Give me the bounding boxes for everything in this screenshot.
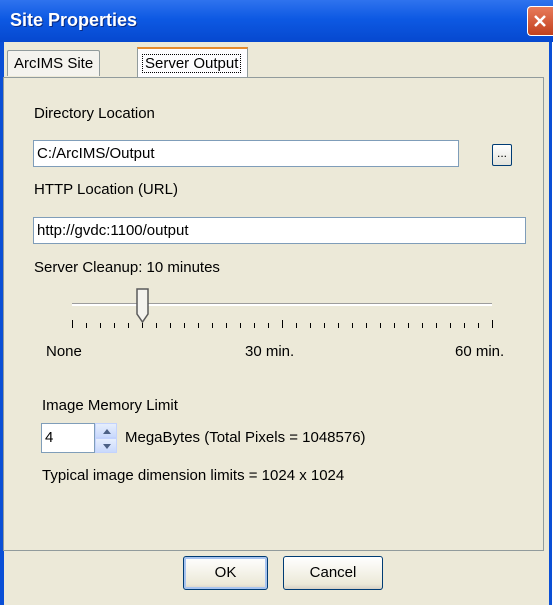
slider-tick: [282, 320, 283, 328]
memory-limit-spinner: [95, 423, 117, 453]
memory-unit-text: MegaBytes (Total Pixels = 1048576): [125, 429, 366, 446]
slider-tick: [394, 323, 395, 328]
arrow-down-icon: [103, 444, 111, 449]
spinner-up-button[interactable]: [95, 423, 117, 438]
slider-tick: [170, 323, 171, 328]
directory-location-field[interactable]: C:/ArcIMS/Output: [33, 140, 459, 167]
slider-tick: [324, 323, 325, 328]
ok-button[interactable]: OK: [183, 556, 268, 590]
cancel-button[interactable]: Cancel: [283, 556, 383, 590]
slider-tick: [128, 323, 129, 328]
directory-location-label: Directory Location: [34, 105, 155, 122]
slider-label-30: 30 min.: [245, 343, 295, 360]
http-location-field[interactable]: http://gvdc:1100/output: [33, 217, 526, 244]
slider-tick: [408, 323, 409, 328]
image-memory-label: Image Memory Limit: [42, 397, 178, 414]
slider-tick: [450, 323, 451, 328]
close-button[interactable]: [527, 6, 553, 36]
cleanup-slider-ticks: [72, 320, 493, 332]
slider-tick: [296, 323, 297, 328]
slider-tick: [212, 323, 213, 328]
slider-tick: [226, 323, 227, 328]
slider-tick: [198, 323, 199, 328]
slider-tick: [478, 323, 479, 328]
slider-tick: [422, 323, 423, 328]
slider-tick: [492, 320, 493, 328]
tab-server-output[interactable]: Server Output: [137, 47, 249, 78]
dialog-title: Site Properties: [10, 10, 138, 30]
close-icon: [534, 15, 546, 27]
slider-tick: [366, 323, 367, 328]
dimension-limits-text: Typical image dimension limits = 1024 x …: [42, 467, 345, 484]
arrow-up-icon: [103, 429, 111, 434]
http-location-label: HTTP Location (URL): [34, 181, 178, 198]
slider-tick: [464, 323, 465, 328]
slider-tick: [240, 323, 241, 328]
tab-server-output-label: Server Output: [142, 54, 242, 73]
slider-tick: [380, 323, 381, 328]
slider-label-none: None: [46, 343, 82, 360]
cleanup-slider-thumb[interactable]: [136, 288, 150, 324]
slider-tick: [310, 323, 311, 328]
cleanup-slider-track[interactable]: [72, 303, 492, 306]
slider-tick: [352, 323, 353, 328]
slider-label-60: 60 min.: [455, 343, 505, 360]
slider-tick: [254, 323, 255, 328]
slider-tick: [184, 323, 185, 328]
slider-tick: [338, 323, 339, 328]
memory-limit-input[interactable]: 4: [41, 423, 95, 453]
slider-tick: [436, 323, 437, 328]
slider-tick: [100, 323, 101, 328]
browse-button[interactable]: ...: [492, 144, 512, 166]
title-bar[interactable]: Site Properties: [0, 0, 553, 42]
slider-tick: [72, 320, 73, 328]
slider-tick: [142, 323, 143, 328]
spinner-down-button[interactable]: [95, 438, 117, 453]
slider-tick: [114, 323, 115, 328]
server-cleanup-label: Server Cleanup: 10 minutes: [34, 259, 220, 276]
slider-tick: [86, 323, 87, 328]
slider-tick: [156, 323, 157, 328]
slider-tick: [268, 323, 269, 328]
tab-arcims-site[interactable]: ArcIMS Site: [7, 50, 101, 76]
